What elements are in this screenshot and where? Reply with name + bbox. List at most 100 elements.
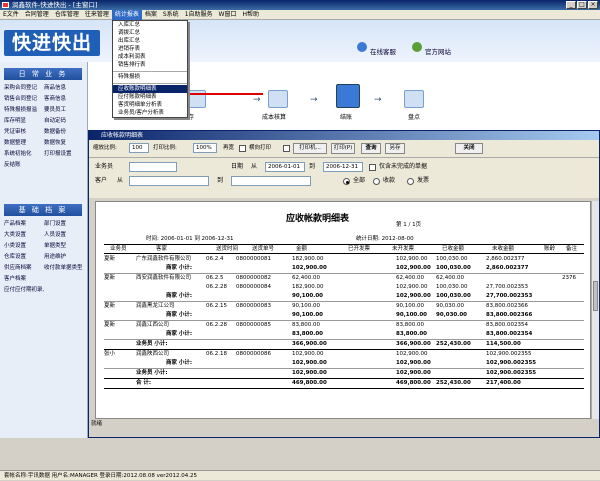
menu-file[interactable]: E文件	[0, 10, 22, 20]
sidebar-daily-item[interactable]: 客商信息	[44, 95, 84, 103]
sidebar-base-item[interactable]: 小类设置	[4, 242, 44, 250]
menu-warehouse[interactable]: 仓库管理	[52, 10, 82, 20]
scope-all-label: 全部	[353, 177, 366, 184]
sidebar-base-item[interactable]: 收付款单据类型	[44, 264, 84, 272]
sidebar-daily-item[interactable]: 库存明显	[4, 117, 44, 125]
arrow-right-icon: →	[374, 95, 382, 105]
landscape-checkbox[interactable]	[239, 145, 246, 152]
online-support-link[interactable]: 在线客服	[370, 46, 396, 56]
table-cell: 06.2.28	[206, 322, 227, 328]
column-header: 未开发票	[392, 246, 415, 252]
table-cell: 0800000086	[236, 351, 271, 357]
fit-width-label[interactable]: 再宽	[223, 144, 234, 153]
zoom-select[interactable]: 100	[129, 143, 149, 153]
scope-all-radio[interactable]	[343, 178, 350, 185]
query-button[interactable]: 查询	[361, 143, 381, 154]
dropdown-item[interactable]: 成本利润表	[113, 53, 187, 61]
menu-system[interactable]: S系统	[160, 10, 182, 20]
dropdown-item[interactable]: 特殊报损	[113, 73, 187, 81]
dropdown-item[interactable]: 客货明细单分析表	[113, 101, 187, 109]
sidebar-daily-item[interactable]: 凭证审核	[4, 128, 44, 136]
table-cell: 0800000082	[236, 275, 271, 281]
sidebar-base-item[interactable]: 单据类型	[44, 242, 84, 250]
unfinished-label: 仅含未完成的单据	[379, 163, 428, 170]
reports-dropdown-menu: 入库汇总 调拨汇总 出库汇总 进销存表 成本利润表 销售排行表特殊报损应收账款明细表 应付账…	[112, 20, 188, 118]
dropdown-item[interactable]: 销售排行表	[113, 61, 187, 69]
salesman-label: 业务员	[95, 163, 114, 170]
menu-help[interactable]: H帮助	[239, 10, 262, 20]
close-button[interactable]: 关闭	[455, 143, 483, 154]
sidebar-daily-item[interactable]: 自动定码	[44, 117, 84, 125]
table-cell: 102,900.00	[292, 360, 327, 366]
dropdown-item[interactable]: 调拨汇总	[113, 29, 187, 37]
sidebar-base-item[interactable]: 部门设置	[44, 220, 84, 228]
saveas-button[interactable]: 另存	[385, 143, 405, 154]
print-scale-select[interactable]: 100%	[193, 143, 217, 153]
report-paper: 应收帐款明细表 第 1 / 1页 时间: 2006-01-01 到 2006-1…	[95, 201, 591, 419]
table-cell: 102,900.002355	[486, 351, 532, 357]
date-to-input[interactable]: 2006-12-31	[323, 162, 363, 172]
sidebar-daily-item[interactable]: 特殊报损报溢	[4, 106, 44, 114]
minimize-button[interactable]: _	[566, 1, 576, 9]
dropdown-item[interactable]: 出库汇总	[113, 37, 187, 45]
menu-self-service[interactable]: 1自助服务	[182, 10, 216, 20]
sidebar-daily-item[interactable]: 反结账	[4, 161, 44, 169]
sidebar-daily-item[interactable]: 商品信息	[44, 84, 84, 92]
date-from-input[interactable]: 2006-01-01	[265, 162, 305, 172]
sidebar-daily-item[interactable]: 系统初始化	[4, 150, 44, 158]
flow-box-cost[interactable]	[268, 90, 288, 108]
sidebar-base-item[interactable]: 产品档案	[4, 220, 44, 228]
salesman-select[interactable]	[129, 162, 177, 172]
column-header: 送货单号	[252, 246, 275, 252]
table-cell: 润鑫黑龙江公司	[136, 303, 175, 309]
table-cell: 润鑫江西公司	[136, 322, 170, 328]
table-cell: 83,800.002366	[486, 303, 528, 309]
vertical-scrollbar[interactable]	[591, 201, 599, 419]
menu-bar: E文件 合同管理 仓库管理 往来管理 统计报表 档案 S系统 1自助服务 W窗口 H帮助	[0, 10, 600, 20]
unfinished-checkbox[interactable]	[369, 164, 376, 171]
scrollbar-thumb[interactable]	[593, 281, 598, 311]
sidebar-daily-item[interactable]: 打印报设置	[44, 150, 84, 158]
sidebar-base-item[interactable]: 应付应付期初录入	[4, 286, 44, 294]
flow-box-close[interactable]	[336, 84, 360, 108]
menu-accounts[interactable]: 往来管理	[82, 10, 112, 20]
scope-receipt-radio[interactable]	[373, 178, 380, 185]
dropdown-item[interactable]: 应付账款明细表	[113, 93, 187, 101]
sidebar-daily-item[interactable]: 采购合同登记	[4, 84, 44, 92]
sidebar-daily-item[interactable]: 数据整理	[4, 139, 44, 147]
sidebar-base-item[interactable]: 仓库设置	[4, 253, 44, 261]
scope-invoice-radio[interactable]	[407, 178, 414, 185]
sidebar-base-item[interactable]: 用途维护	[44, 253, 84, 261]
sidebar-base-item[interactable]: 客户档案	[4, 275, 44, 283]
sidebar-daily-item[interactable]: 数据备份	[44, 128, 84, 136]
table-cell: 83,800.002354	[486, 322, 528, 328]
dropdown-item[interactable]: 进销存表	[113, 45, 187, 53]
table-cell: 102,900.00	[292, 265, 327, 271]
print-button[interactable]: 打印(P)	[331, 143, 355, 154]
customer-to-select[interactable]	[231, 176, 311, 186]
sidebar-daily-item[interactable]: 销售合同登记	[4, 95, 44, 103]
menu-window[interactable]: W窗口	[216, 10, 240, 20]
sidebar-daily-item[interactable]: 要员员工	[44, 106, 84, 114]
printer-button[interactable]: 打印机...	[293, 143, 327, 154]
menu-contract[interactable]: 合同管理	[22, 10, 52, 20]
flow-box-check[interactable]	[404, 90, 424, 108]
dropdown-item[interactable]: 入库汇总	[113, 21, 187, 29]
sidebar-base-item[interactable]: 大类设置	[4, 231, 44, 239]
maximize-button[interactable]: □	[577, 1, 587, 9]
dropdown-item[interactable]: 业务员/客户分析表	[113, 109, 187, 117]
row-rule	[104, 301, 584, 302]
sidebar-base-item[interactable]: 供应商档案	[4, 264, 44, 272]
table-cell: 469,800.00	[292, 380, 327, 386]
sidebar-base-item[interactable]: 人员设置	[44, 231, 84, 239]
printer-checkbox[interactable]	[283, 145, 290, 152]
website-link[interactable]: 官方网站	[425, 46, 451, 56]
dropdown-item[interactable]: 应收账款明细表	[113, 85, 187, 93]
sidebar-daily-item[interactable]: 数据恢复	[44, 139, 84, 147]
menu-archive[interactable]: 档案	[142, 10, 160, 20]
customer-from-select[interactable]	[129, 176, 209, 186]
table-cell: 100,030.00	[436, 256, 468, 262]
close-window-button[interactable]: ×	[588, 1, 598, 9]
menu-reports[interactable]: 统计报表	[111, 10, 142, 20]
website-icon	[412, 42, 422, 52]
